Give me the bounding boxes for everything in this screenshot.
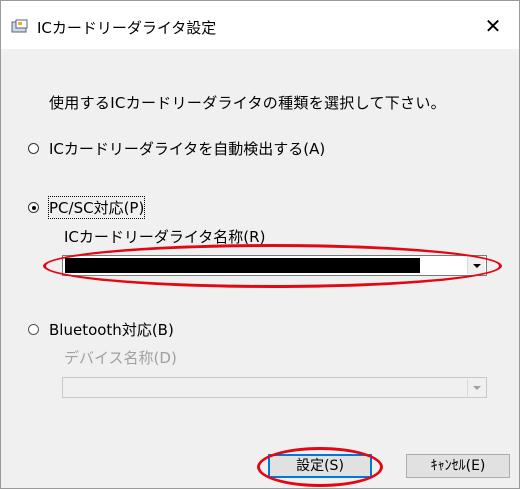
bluetooth-option[interactable]: Bluetooth対応(B) [28,319,174,340]
close-button[interactable]: ✕ [477,13,509,39]
reader-name-label: ICカードリーダライタ名称(R) [64,228,266,246]
pcsc-radio[interactable] [28,202,39,213]
pcsc-option[interactable]: PC/SC対応(P) [28,196,146,219]
bluetooth-label[interactable]: Bluetooth対応(B) [49,319,174,340]
bluetooth-radio[interactable] [28,324,39,335]
chevron-down-icon[interactable] [467,257,485,274]
settings-dialog: ICカードリーダライタ設定 ✕ 使用するICカードリーダライタの種類を選択して下… [0,0,520,489]
cancel-button[interactable]: ｷｬﾝｾﾙ(E) [406,454,510,478]
reader-name-redacted [65,258,420,273]
auto-detect-radio[interactable] [28,143,39,154]
card-reader-icon [11,19,28,33]
device-name-label: デバイス名称(D) [64,349,177,367]
device-name-select[interactable] [62,377,487,398]
pcsc-label[interactable]: PC/SC対応(P) [47,196,146,219]
close-icon: ✕ [484,14,502,38]
auto-detect-option[interactable]: ICカードリーダライタを自動検出する(A) [28,138,325,159]
title-bar: ICカードリーダライタ設定 ✕ [1,1,519,49]
reader-name-select[interactable] [62,255,487,276]
ok-button[interactable]: 設定(S) [268,454,372,478]
instruction-text: 使用するICカードリーダライタの種類を選択して下さい。 [49,94,446,112]
chevron-down-icon[interactable] [467,379,485,396]
auto-detect-label[interactable]: ICカードリーダライタを自動検出する(A) [49,138,325,159]
window-title: ICカードリーダライタ設定 [37,19,217,37]
